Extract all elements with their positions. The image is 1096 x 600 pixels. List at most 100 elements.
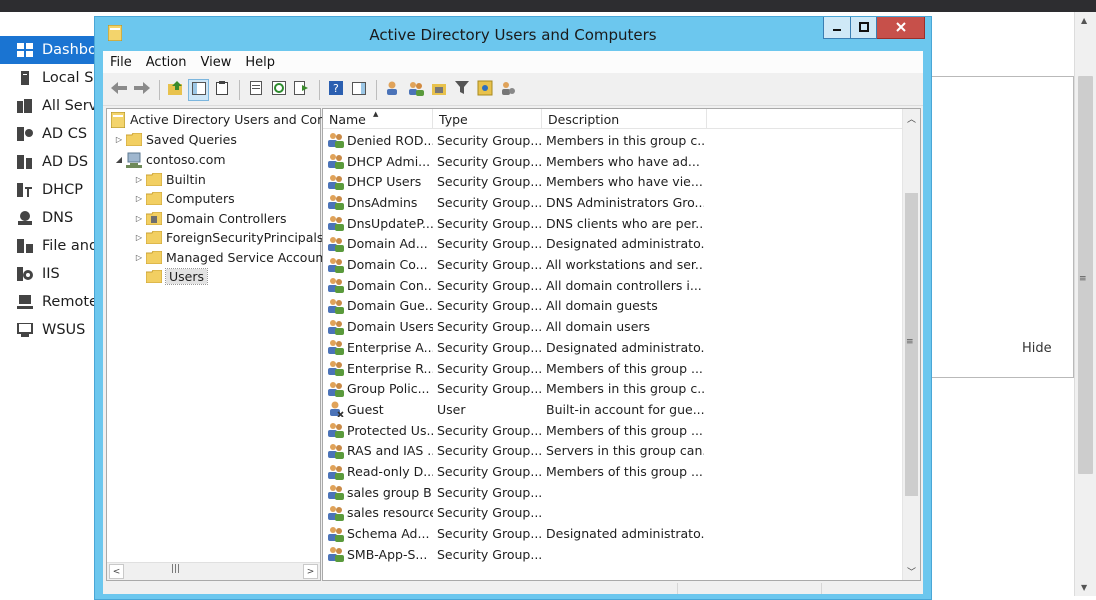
help-icon: ? (328, 81, 343, 98)
nav-item-remote-access[interactable]: Remote Access (0, 288, 96, 316)
back-arrow-icon (110, 82, 127, 97)
back-button[interactable] (108, 79, 129, 101)
expand-arrow-icon[interactable]: ▷ (113, 135, 125, 144)
refresh-button[interactable] (268, 79, 289, 101)
nav-item-ad-ds[interactable]: AD DS (0, 148, 96, 176)
row-name: Schema Ad... (347, 526, 430, 542)
export-list-button[interactable] (291, 79, 312, 101)
expand-arrow-icon[interactable]: ▷ (133, 253, 145, 262)
expand-arrow-icon[interactable]: ▷ (133, 175, 145, 184)
title-bar[interactable]: Active Directory Users and Computers (95, 17, 931, 51)
console-tree-pane[interactable]: Active Directory Users and Computers ▷ S… (106, 108, 369, 581)
cell-description: Designated administrato... (546, 526, 704, 542)
menu-action[interactable]: Action (139, 55, 194, 70)
table-row[interactable]: Domain Users Security Group... All domain … (323, 316, 903, 337)
nav-item-dashboard[interactable]: Dashboard (0, 36, 96, 64)
scroll-down-arrow-icon[interactable]: ﹀ (904, 563, 919, 579)
help-button[interactable]: ? (325, 79, 346, 101)
up-one-level-button[interactable] (165, 79, 186, 101)
aduc-window[interactable]: Active Directory Users and Computers Fil… (94, 16, 932, 600)
table-row[interactable]: Domain Con... Security Group... All domain… (323, 275, 903, 296)
tree-horizontal-scrollbar[interactable]: < ||| > (107, 562, 320, 580)
table-row[interactable]: Read-only D... Security Group... Members o… (323, 461, 903, 482)
table-row[interactable]: Protected Us... Security Group... Members … (323, 420, 903, 441)
close-button[interactable] (877, 17, 925, 39)
tree-node-users[interactable]: Users (145, 267, 209, 286)
row-name: Domain Con... (347, 277, 433, 293)
nav-item-local-server[interactable]: Local Server (0, 64, 96, 92)
nav-item-file-storage[interactable]: File and Storage Services (0, 232, 96, 260)
column-header-type[interactable]: Type (433, 109, 542, 129)
collapse-arrow-icon[interactable]: ◢ (113, 155, 125, 164)
tree-node-computers[interactable]: ▷ Computers (133, 189, 235, 208)
nav-item-all-servers[interactable]: All Servers (0, 92, 96, 120)
delegate-control-button[interactable] (497, 79, 518, 101)
nav-label: AD CS (42, 126, 88, 142)
scroll-left-arrow-icon[interactable]: < (109, 564, 124, 579)
filter-button[interactable] (451, 79, 472, 101)
tree-node-managed-service-accounts[interactable]: ▷ Managed Service Accounts (133, 248, 335, 267)
tree-node-foreign-security-principals[interactable]: ▷ ForeignSecurityPrincipals (133, 228, 323, 247)
expand-arrow-icon[interactable]: ▷ (133, 233, 145, 242)
menu-view[interactable]: View (193, 55, 238, 70)
table-row[interactable]: Schema Ad... Security Group... Designated … (323, 523, 903, 544)
show-console-tree-button[interactable] (188, 78, 209, 101)
nav-item-dhcp[interactable]: DHCP (0, 176, 96, 204)
menu-file[interactable]: File (103, 55, 139, 70)
scroll-up-arrow-icon[interactable]: ▲ (1081, 16, 1087, 25)
expand-arrow-icon[interactable]: ▷ (133, 214, 145, 223)
nav-item-ad-cs[interactable]: AD CS (0, 120, 96, 148)
table-row[interactable]: SMB-App-S... Security Group... (323, 544, 903, 565)
table-row[interactable]: Enterprise A... Security Group... Designat… (323, 337, 903, 358)
table-row[interactable]: sales group B Security Group... (323, 482, 903, 503)
table-row[interactable]: Domain Gue... Security Group... All domain… (323, 296, 903, 317)
table-row[interactable]: RAS and IAS ... Security Group... Servers … (323, 441, 903, 462)
maximize-button[interactable] (851, 17, 877, 39)
table-row[interactable]: DnsAdmins Security Group... DNS Administra… (323, 192, 903, 213)
table-row[interactable]: Domain Co... Security Group... All worksta… (323, 254, 903, 275)
list-vertical-scrollbar[interactable]: ︿ ≡ ﹀ (902, 109, 920, 580)
tree-node-saved-queries[interactable]: ▷ Saved Queries (113, 130, 237, 149)
console-tree-icon (191, 81, 206, 98)
properties-clipboard-button[interactable] (211, 79, 232, 101)
column-header-description[interactable]: Description (542, 109, 707, 129)
menu-help[interactable]: Help (238, 55, 282, 70)
minimize-button[interactable] (823, 17, 851, 39)
cell-type: Security Group... (437, 132, 541, 148)
table-row[interactable]: Guest User Built-in account for gue... (323, 399, 903, 420)
table-row[interactable]: Domain Ad... Security Group... Designated … (323, 234, 903, 255)
scroll-right-arrow-icon[interactable]: > (303, 564, 318, 579)
new-ou-button[interactable] (428, 79, 449, 101)
server-manager-vertical-scrollbar[interactable]: ▲ ≡ ▼ (1074, 12, 1096, 596)
cell-name: DHCP Admi... (327, 151, 433, 172)
group-icon (327, 526, 345, 542)
nav-item-dns[interactable]: DNS (0, 204, 96, 232)
expand-arrow-icon[interactable]: ▷ (133, 194, 145, 203)
nav-label: All Servers (42, 98, 96, 114)
table-row[interactable]: Group Polic... Security Group... Members i… (323, 378, 903, 399)
tree-node-builtin[interactable]: ▷ Builtin (133, 170, 206, 189)
table-row[interactable]: sales resource Security Group... (323, 503, 903, 524)
table-row[interactable]: DnsUpdateP... Security Group... DNS client… (323, 213, 903, 234)
scroll-up-arrow-icon[interactable]: ︿ (904, 110, 919, 126)
tree-node-domain-controllers[interactable]: ▷ Domain Controllers (133, 209, 287, 228)
new-group-button[interactable] (405, 79, 426, 101)
new-user-button[interactable] (382, 79, 403, 101)
forward-button[interactable] (131, 79, 152, 101)
table-row[interactable]: DHCP Admi... Security Group... Members who… (323, 151, 903, 172)
scrollbar-grip-icon: ≡ (1079, 274, 1087, 284)
table-row[interactable]: DHCP Users Security Group... Members who h… (323, 171, 903, 192)
table-row[interactable]: Enterprise R... Security Group... Members … (323, 358, 903, 379)
list-view-button[interactable] (245, 79, 266, 101)
add-to-group-button[interactable] (474, 79, 495, 101)
column-header-name[interactable]: Name ▲ (323, 109, 433, 129)
hide-link[interactable]: Hide (1022, 341, 1052, 356)
scroll-down-arrow-icon[interactable]: ▼ (1081, 583, 1087, 592)
group-icon (327, 443, 345, 459)
nav-item-iis[interactable]: IIS (0, 260, 96, 288)
nav-item-wsus[interactable]: WSUS (0, 316, 96, 344)
show-hide-action-pane-button[interactable] (348, 79, 369, 101)
details-list-pane[interactable]: Name ▲ Type Description Denied ROD... Sec… (322, 108, 921, 581)
tree-node-domain[interactable]: ◢ contoso.com (113, 150, 226, 169)
table-row[interactable]: Denied ROD... Security Group... Members in… (323, 130, 903, 151)
